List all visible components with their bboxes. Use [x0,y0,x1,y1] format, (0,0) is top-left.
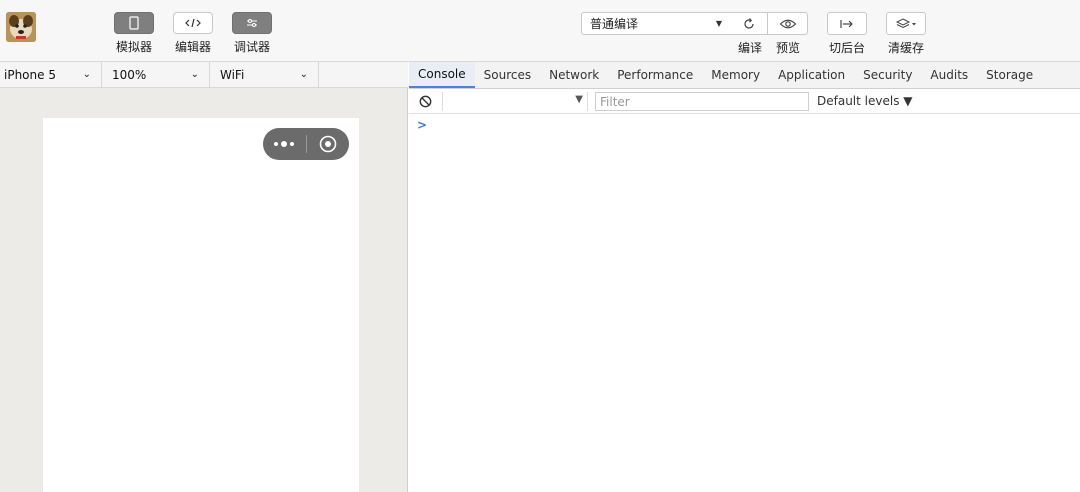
refresh-icon [743,17,754,29]
avatar-dog-image [6,12,36,42]
background-button[interactable] [827,12,867,35]
device-select[interactable]: iPhone 5 ⌄ [0,62,102,87]
context-select[interactable]: ▼ [442,92,588,111]
sliders-icon [247,19,257,27]
zoom-value: 100% [112,67,147,82]
network-select[interactable]: WiFi ⌄ [210,62,319,87]
tab-audits[interactable]: Audits [921,62,977,88]
mini-program-capsule [263,128,349,160]
clear-cache-button[interactable] [886,12,926,35]
tab-storage[interactable]: Storage [977,62,1042,88]
simulator-settings-bar: iPhone 5 ⌄ 100% ⌄ WiFi ⌄ [0,62,408,88]
compile-mode-select[interactable]: 普通编译 ▼ [581,12,731,35]
tab-network[interactable]: Network [540,62,608,88]
tab-console[interactable]: Console [409,62,475,88]
chevron-down-icon: ⌄ [299,69,308,80]
devtools-tabbar: Console Sources Network Performance Memo… [409,62,1080,89]
caret-down-icon: ▼ [715,19,722,28]
debugger-tool[interactable]: 调试器 [228,12,276,55]
clear-cache-label: 清缓存 [888,41,925,55]
network-value: WiFi [220,67,245,82]
preview-label: 预览 [776,41,801,55]
layers-icon [895,17,916,28]
tab-performance[interactable]: Performance [608,62,702,88]
log-levels-select[interactable]: Default levels ▼ [817,94,913,108]
editor-label: 编辑器 [174,40,211,54]
console-output[interactable]: > [409,114,1080,492]
console-prompt: > [417,118,428,132]
close-program-button[interactable] [306,128,349,160]
editor-tool[interactable]: 编辑器 [169,12,217,55]
tab-sources[interactable]: Sources [475,62,540,88]
compile-mode-value: 普通编译 [590,17,639,31]
compile-label: 编译 [738,41,763,55]
clear-console-button[interactable] [419,95,432,111]
simulator-area [0,88,408,492]
zoom-select[interactable]: 100% ⌄ [102,62,210,87]
tab-security[interactable]: Security [854,62,921,88]
debugger-button[interactable] [232,12,272,34]
simulator-label: 模拟器 [115,40,152,54]
target-circle-icon [319,135,337,153]
simulator-tool[interactable]: 模拟器 [110,12,158,55]
avatar[interactable] [6,12,36,42]
main-toolbar: 模拟器 编辑器 调试器 普通编译 ▼ 编译 预览 切后台 清缓存 [0,0,1080,62]
background-label: 切后台 [829,41,866,55]
tab-application[interactable]: Application [769,62,854,88]
tab-memory[interactable]: Memory [702,62,769,88]
debugger-label: 调试器 [233,40,270,54]
chevron-down-icon: ⌄ [190,69,199,80]
more-button[interactable] [263,128,306,160]
more-dots-icon [274,141,295,147]
console-filter-bar: ▼ Default levels ▼ [409,89,1080,114]
console-filter-input[interactable] [595,92,809,111]
phone-screen[interactable] [43,118,359,492]
caret-down-icon: ▼ [575,94,583,105]
code-icon [185,18,201,28]
eye-icon [779,19,796,28]
editor-button[interactable] [173,12,213,34]
compile-button[interactable] [730,12,768,35]
phone-icon [129,16,139,30]
block-icon [419,95,432,108]
simulator-button[interactable] [114,12,154,34]
chevron-down-icon: ⌄ [82,69,91,80]
exit-arrow-icon [840,19,853,28]
preview-button[interactable] [767,12,808,35]
device-value: iPhone 5 [4,67,56,82]
